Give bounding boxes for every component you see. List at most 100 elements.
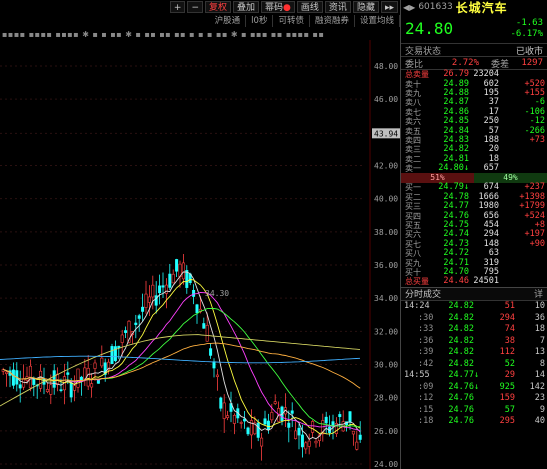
tick-count: 142 — [529, 381, 545, 392]
indicator-values: ▪▪▪▪ ▪▪▪▪ ▪▪▪▪ ✱ ▪ ▪ ▪▪ ✱ ▪ ▪▪ ▪▪ ▪▪ ▪ ▪… — [2, 29, 325, 39]
tick-row: 14:24 24.82 51 10 — [401, 301, 547, 313]
y-axis-label: 28.00 — [374, 394, 398, 403]
margin-trading-tab[interactable]: 融资融券 — [310, 15, 355, 27]
sell-level-row[interactable]: 卖七 24.86 17 -106 — [401, 107, 547, 117]
sell-level-price: 24.80↓ — [438, 163, 469, 174]
info-button[interactable]: 资讯 — [324, 1, 351, 13]
candle-body — [297, 427, 301, 436]
overlay-button[interactable]: 叠加 — [233, 1, 260, 13]
sell-level-row[interactable]: 卖六 24.85 250 -12 — [401, 117, 547, 127]
buy-level-label: 买九 — [405, 258, 421, 268]
sell-level-label: 卖八 — [405, 98, 421, 108]
convertible-bond-tab[interactable]: 可转债 — [273, 15, 310, 27]
candle-body — [18, 384, 22, 389]
ticks-list[interactable]: 14:24 24.82 51 10:30 24.82 294 36:33 24.82 74 18:… — [401, 301, 547, 428]
sell-level-price: 24.87 — [443, 97, 469, 108]
tick-time: :33 — [418, 324, 434, 335]
zoom-in-button[interactable]: + — [169, 1, 186, 13]
y-axis-label: 42.00 — [374, 162, 398, 171]
buy-total-price: 24.46 — [443, 276, 469, 287]
arrow-icon[interactable]: ◀▶ — [403, 3, 415, 12]
tick-count: 9 — [539, 404, 545, 415]
buy-level-label: 买五 — [405, 221, 421, 231]
y-axis-label: 30.00 — [374, 361, 398, 370]
more-button[interactable]: ▸▸ — [380, 1, 398, 13]
candle-body — [73, 385, 77, 391]
sell-level-label: 卖九 — [405, 88, 421, 98]
tick-volume: 74 — [504, 324, 515, 335]
tick-row: :18 24.76 295 40 — [401, 416, 547, 428]
y-axis-label: 34.00 — [374, 294, 398, 303]
candle-body — [141, 306, 145, 312]
candle-body — [256, 422, 260, 438]
tick-count: 13 — [534, 347, 545, 358]
candle-body — [239, 422, 243, 424]
candle-body — [246, 427, 250, 435]
sell-level-row[interactable]: 卖五 24.84 57 -266 — [401, 126, 547, 136]
y-axis-label: 46.00 — [374, 95, 398, 104]
remark-label: 幂码 — [265, 3, 284, 13]
candle-body — [11, 369, 15, 386]
candle-body — [66, 372, 70, 375]
tick-time: 14:24 — [404, 301, 430, 312]
tick-time: :09 — [418, 381, 434, 392]
sell-level-label: 卖六 — [405, 117, 421, 127]
sell-level-label: 卖三 — [405, 145, 421, 155]
ticks-header: 分时成交 详 — [401, 286, 547, 301]
tick-time: :15 — [418, 404, 434, 415]
buy-level-row[interactable]: 买八 24.72 63 — [401, 248, 547, 259]
ticks-title[interactable]: 分时成交 — [405, 287, 441, 300]
indicator-bar: ▪▪▪▪ ▪▪▪▪ ▪▪▪▪ ✱ ▪ ▪ ▪▪ ✱ ▪ ▪▪ ▪▪ ▪▪ ▪ ▪… — [0, 28, 400, 40]
zoom-out-button[interactable]: − — [187, 1, 203, 13]
tick-price: 24.77 — [448, 370, 474, 381]
change-block: -1.63 -6.17% — [510, 18, 543, 40]
tick-price: 24.82 — [448, 335, 474, 346]
fuquan-button[interactable]: 复权 — [205, 1, 232, 13]
candle-body — [273, 401, 277, 404]
draw-line-button[interactable]: 画线 — [296, 1, 323, 13]
candle-body — [120, 334, 124, 343]
sell-level-row[interactable]: 卖九 24.88 195 +155 — [401, 88, 547, 98]
buy-book: 买一 24.79↓ 674 +237 买二 24.78 1666 +1398 买三 24.77 19… — [401, 183, 547, 277]
stock-code: 601633 — [418, 2, 453, 12]
sell-level-row[interactable]: 卖二 24.81 18 — [401, 154, 547, 164]
buy-level-row[interactable]: 买七 24.73 148 +90 — [401, 239, 547, 249]
sell-level-row[interactable]: 卖一 24.80↓ 657 — [401, 163, 547, 174]
candle-body — [86, 368, 90, 387]
kline-chart-panel[interactable]: + − 复权 叠加 幂码● 画线 资讯 隐藏 ▸▸ 沪股通 l0秒 可转债 融资… — [0, 0, 400, 469]
buy-level-row[interactable]: 买九 24.71 319 — [401, 258, 547, 268]
ma-settings-tab[interactable]: 设置均线 — [355, 15, 400, 27]
sell-level-row[interactable]: 卖三 24.82 20 — [401, 145, 547, 155]
hide-button[interactable]: 隐藏 — [352, 1, 379, 13]
candle-body — [134, 322, 138, 325]
tick-volume: 294 — [499, 312, 515, 323]
ticks-detail-button[interactable]: 详 — [534, 287, 543, 300]
candle-body — [181, 262, 185, 280]
candle-body — [324, 416, 328, 424]
candle-body — [93, 362, 97, 369]
candle-body — [161, 285, 165, 288]
tick-time: 14:55 — [404, 370, 430, 381]
buy-level-row[interactable]: 买六 24.74 294 +197 — [401, 230, 547, 240]
tick-volume: 295 — [499, 416, 515, 427]
tick-price: 24.76 — [448, 381, 474, 392]
hgt-tab[interactable]: 沪股通 — [210, 15, 247, 27]
candlestick-chart[interactable]: 48.00 46.00 43.94 42.00 40.00 38.00 36.00 34.00… — [0, 40, 400, 469]
candle-body — [270, 412, 274, 421]
candle-body — [185, 270, 189, 288]
candle-body — [314, 440, 318, 444]
sell-level-row[interactable]: 卖四 24.83 188 +73 — [401, 135, 547, 145]
l10-tab[interactable]: l0秒 — [246, 15, 274, 27]
tick-time: :42 — [418, 358, 434, 369]
candle-body — [113, 346, 117, 362]
status-value: 已收市 — [515, 46, 543, 57]
remark-button[interactable]: 幂码● — [261, 1, 295, 13]
tick-row: :39 24.82 112 13 — [401, 347, 547, 359]
order-ratio-row: 委比 2.72% 委差 1297 — [401, 57, 547, 70]
buy-level-volume: 63 — [488, 248, 499, 259]
candle-body — [338, 414, 342, 418]
tick-volume: 112 — [499, 347, 515, 358]
buy-level-row[interactable]: 买四 24.76 656 +524 — [401, 211, 547, 221]
stock-name: 长城汽车 — [455, 0, 508, 15]
candle-body — [202, 323, 206, 329]
